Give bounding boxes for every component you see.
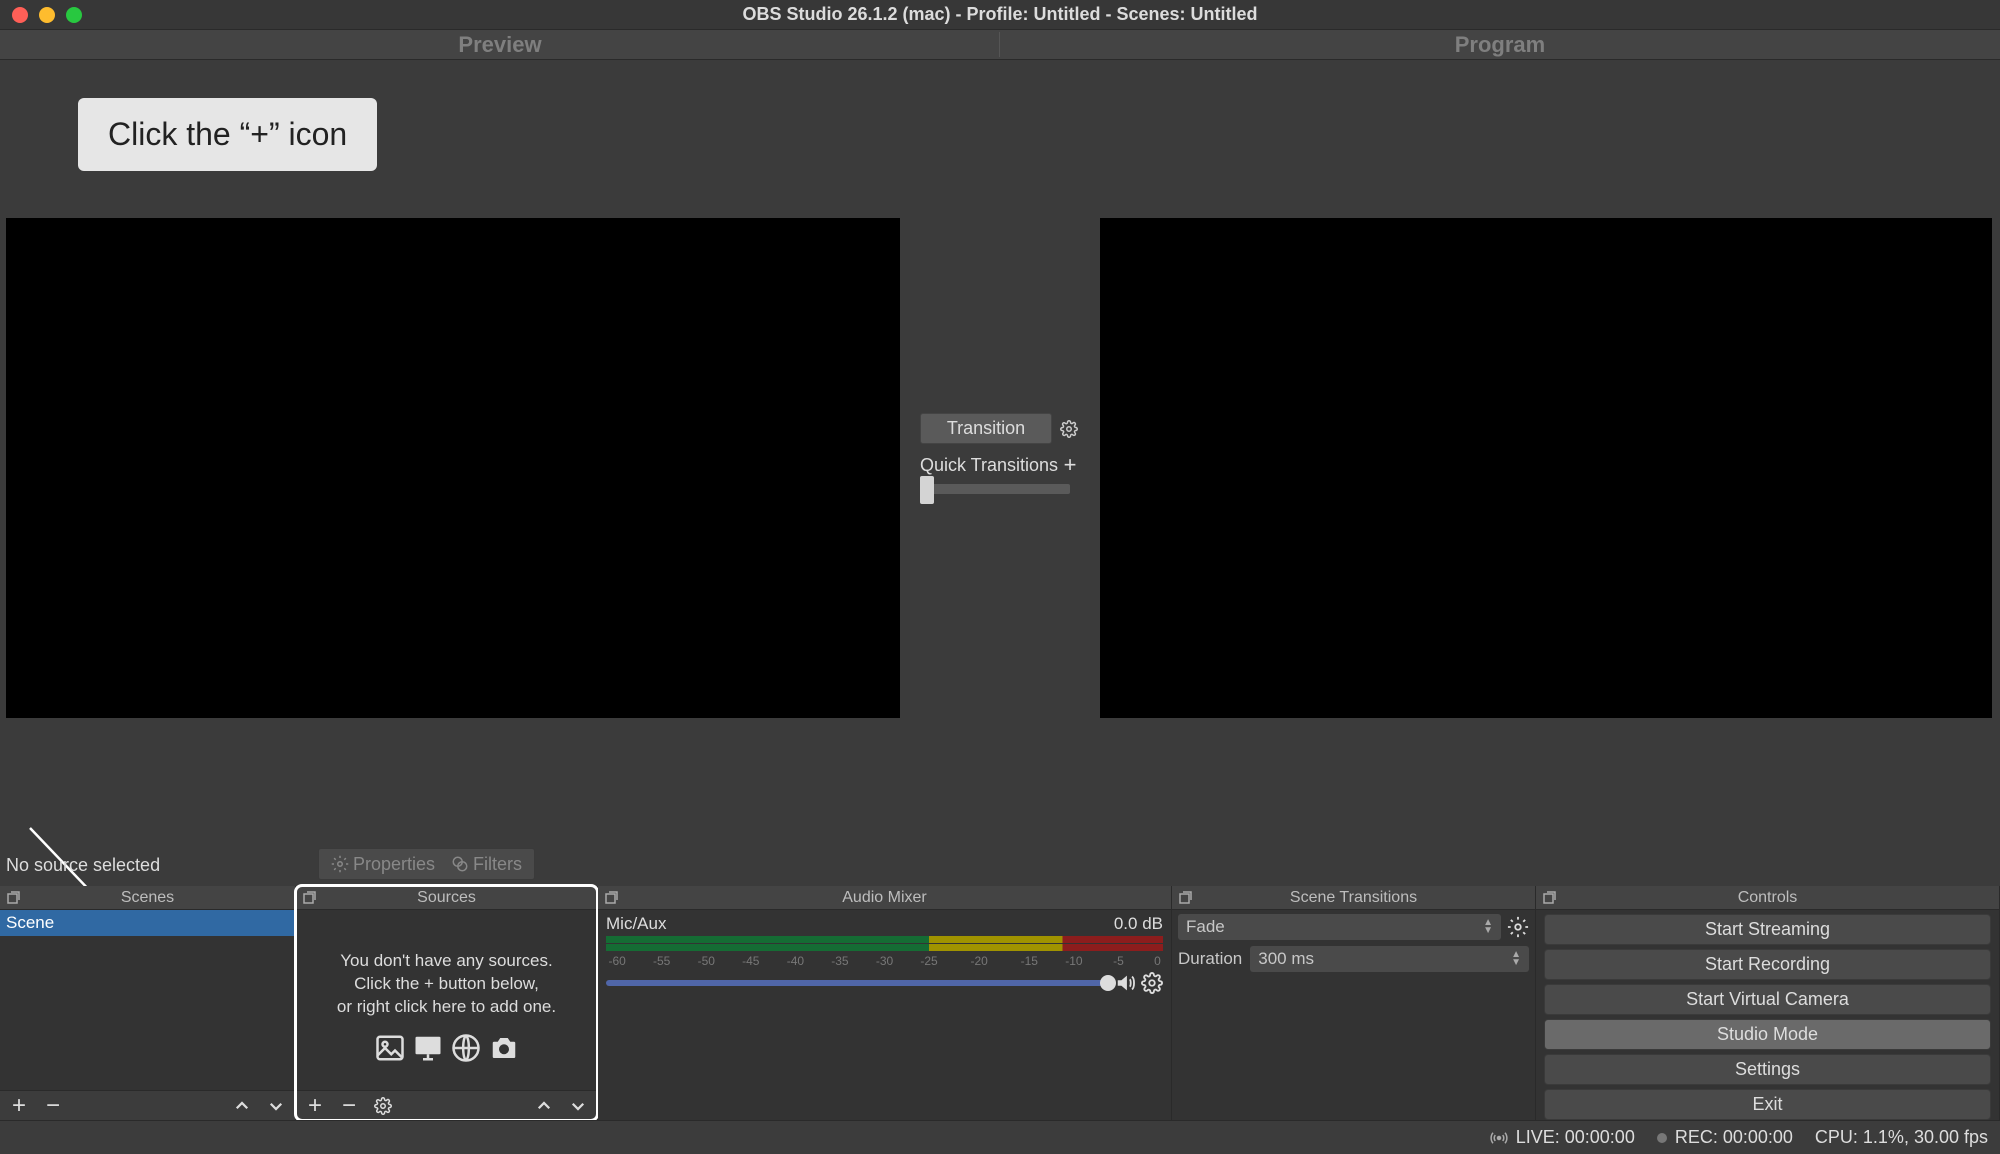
source-down-button[interactable]: [563, 1093, 593, 1119]
window-controls: [12, 7, 82, 23]
record-dot-icon: [1657, 1133, 1667, 1143]
scene-down-button[interactable]: [261, 1093, 291, 1119]
sources-empty-hint: You don't have any sources. Click the + …: [296, 910, 597, 1063]
studio-mode-button[interactable]: Studio Mode: [1544, 1019, 1991, 1050]
audio-meter: [606, 936, 1163, 954]
quick-transitions-label: Quick Transitions: [920, 455, 1058, 476]
sources-empty-line1: You don't have any sources.: [296, 950, 597, 973]
preview-canvas[interactable]: [6, 218, 900, 718]
image-source-icon: [373, 1033, 407, 1063]
window-title: OBS Studio 26.1.2 (mac) - Profile: Untit…: [0, 4, 2000, 25]
titlebar: OBS Studio 26.1.2 (mac) - Profile: Untit…: [0, 0, 2000, 30]
controls-dock: Controls Start Streaming Start Recording…: [1536, 886, 2000, 1120]
spinner-arrows-icon[interactable]: ▲▼: [1511, 951, 1521, 967]
browser-source-icon: [449, 1033, 483, 1063]
program-canvas[interactable]: [1100, 218, 1992, 718]
sources-dock: Sources You don't have any sources. Clic…: [296, 886, 598, 1120]
controls-title: Controls: [1738, 889, 1798, 907]
cpu-status: CPU: 1.1%, 30.00 fps: [1815, 1127, 1988, 1148]
sources-title: Sources: [417, 889, 476, 907]
transition-controls: Transition Quick Transitions +: [920, 413, 1080, 494]
tbar-handle[interactable]: [920, 476, 934, 504]
exit-button[interactable]: Exit: [1544, 1089, 1991, 1120]
duration-label: Duration: [1178, 949, 1242, 969]
start-virtual-camera-button[interactable]: Start Virtual Camera: [1544, 984, 1991, 1015]
camera-source-icon: [487, 1033, 521, 1063]
display-source-icon: [411, 1033, 445, 1063]
source-properties-button[interactable]: [368, 1093, 398, 1119]
duration-value: 300 ms: [1258, 949, 1314, 969]
transition-select[interactable]: Fade ▲▼: [1178, 914, 1501, 940]
properties-label: Properties: [353, 854, 435, 875]
remove-scene-button[interactable]: −: [38, 1093, 68, 1119]
track-settings-icon[interactable]: [1141, 972, 1163, 994]
undock-icon[interactable]: [302, 890, 318, 906]
add-quick-transition-icon[interactable]: +: [1060, 452, 1080, 478]
select-arrows-icon: ▲▼: [1483, 919, 1493, 935]
audio-mixer-title: Audio Mixer: [842, 889, 926, 907]
start-recording-button[interactable]: Start Recording: [1544, 949, 1991, 980]
scene-transitions-dock: Scene Transitions Fade ▲▼ Duration 300 m…: [1172, 886, 1536, 1120]
remove-source-button[interactable]: −: [334, 1093, 364, 1119]
tbar-slider[interactable]: [920, 484, 1070, 494]
audio-mixer-dock: Audio Mixer Mic/Aux 0.0 dB -60 -55 -50 -…: [598, 886, 1172, 1120]
scene-transitions-title: Scene Transitions: [1290, 889, 1417, 907]
rec-text: REC: 00:00:00: [1675, 1127, 1793, 1148]
scenes-dock: Scenes Scene + −: [0, 886, 296, 1120]
sources-empty-line2: Click the + button below,: [296, 973, 597, 996]
broadcast-icon: [1490, 1129, 1508, 1147]
cpu-text: CPU: 1.1%, 30.00 fps: [1815, 1127, 1988, 1148]
undock-icon[interactable]: [1178, 890, 1194, 906]
undock-icon[interactable]: [1542, 890, 1558, 906]
scenes-title: Scenes: [121, 889, 174, 907]
undock-icon[interactable]: [6, 890, 22, 906]
tutorial-callout: Click the “+” icon: [78, 98, 377, 171]
preview-header: Preview: [0, 30, 1000, 59]
docks-container: Scenes Scene + − Sources You don't have …: [0, 886, 2000, 1120]
sources-empty-line3: or right click here to add one.: [296, 996, 597, 1019]
minimize-window-button[interactable]: [39, 7, 55, 23]
sources-area[interactable]: You don't have any sources. Click the + …: [296, 910, 597, 1090]
view-headers: Preview Program: [0, 30, 2000, 60]
scene-item[interactable]: Scene: [0, 910, 295, 936]
source-up-button[interactable]: [529, 1093, 559, 1119]
track-name: Mic/Aux: [606, 914, 666, 934]
volume-handle[interactable]: [1100, 975, 1116, 991]
close-window-button[interactable]: [12, 7, 28, 23]
live-status: LIVE: 00:00:00: [1490, 1127, 1635, 1148]
maximize-window-button[interactable]: [66, 7, 82, 23]
transition-props-icon[interactable]: [1507, 916, 1529, 938]
add-source-button[interactable]: +: [300, 1093, 330, 1119]
properties-button[interactable]: Properties: [325, 854, 441, 875]
program-header: Program: [1000, 30, 2000, 59]
meter-ticks: -60 -55 -50 -45 -40 -35 -30 -25 -20 -15 …: [606, 954, 1163, 970]
rec-status: REC: 00:00:00: [1657, 1127, 1793, 1148]
filters-button[interactable]: Filters: [445, 854, 528, 875]
track-level: 0.0 dB: [1114, 914, 1163, 934]
mixer-track: Mic/Aux 0.0 dB -60 -55 -50 -45 -40 -35 -…: [598, 910, 1171, 994]
filters-label: Filters: [473, 854, 522, 875]
source-tools: Properties Filters: [318, 848, 535, 880]
speaker-icon[interactable]: [1115, 972, 1137, 994]
live-text: LIVE: 00:00:00: [1516, 1127, 1635, 1148]
transition-selected: Fade: [1186, 917, 1225, 937]
transition-button[interactable]: Transition: [920, 413, 1052, 444]
start-streaming-button[interactable]: Start Streaming: [1544, 914, 1991, 945]
add-scene-button[interactable]: +: [4, 1093, 34, 1119]
volume-slider[interactable]: [606, 980, 1111, 986]
duration-input[interactable]: 300 ms ▲▼: [1250, 946, 1529, 972]
main-viewport: Transition Quick Transitions +: [0, 60, 2000, 855]
settings-button[interactable]: Settings: [1544, 1054, 1991, 1085]
statusbar: LIVE: 00:00:00 REC: 00:00:00 CPU: 1.1%, …: [0, 1120, 2000, 1154]
undock-icon[interactable]: [604, 890, 620, 906]
scene-up-button[interactable]: [227, 1093, 257, 1119]
transition-settings-icon[interactable]: [1058, 418, 1080, 440]
